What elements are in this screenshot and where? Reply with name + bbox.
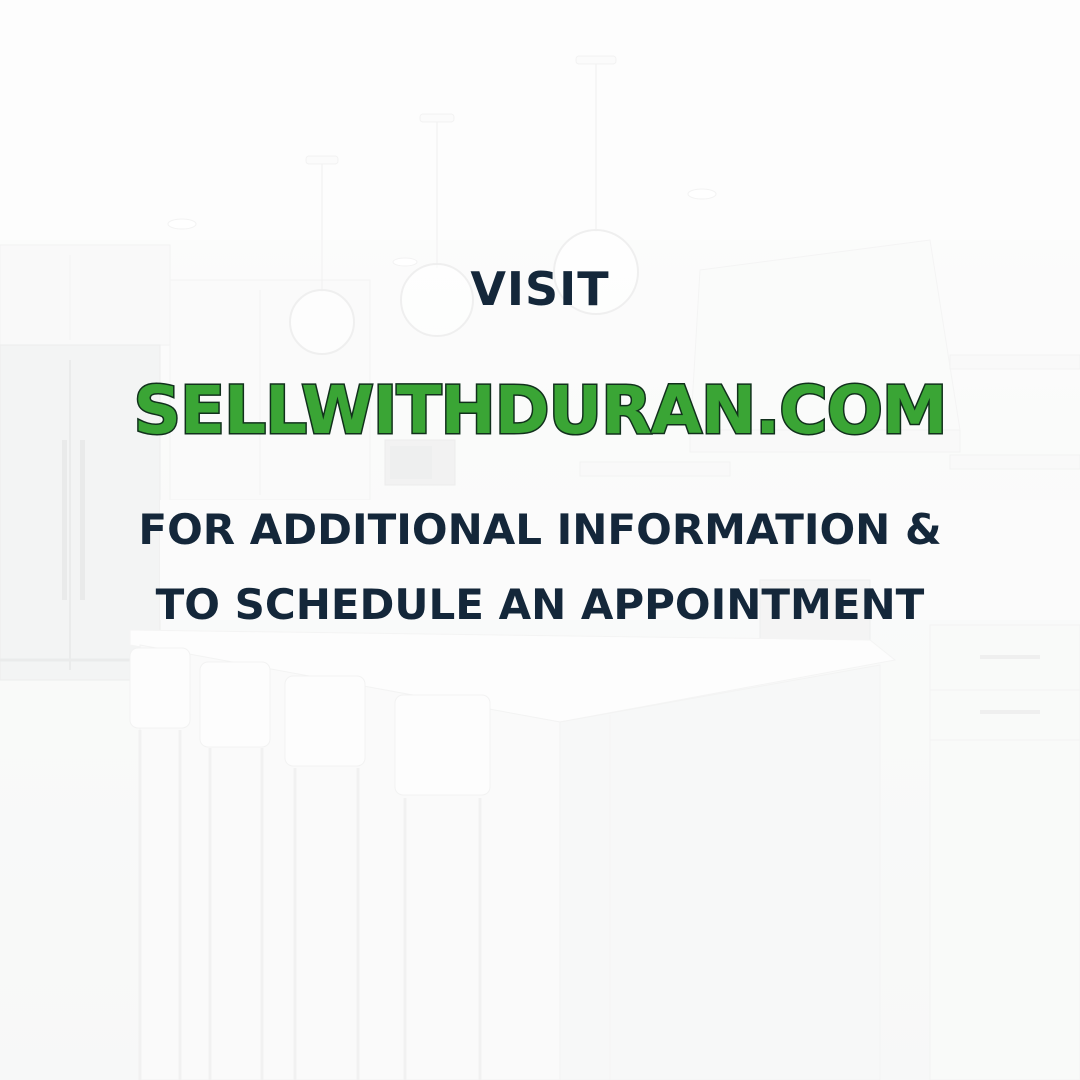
info-line-2: TO SCHEDULE AN APPOINTMENT — [155, 580, 925, 629]
promo-graphic: VISIT SELLWITHDURAN.COM FOR ADDITIONAL I… — [0, 0, 1080, 1080]
website-url[interactable]: SELLWITHDURAN.COM — [0, 371, 1080, 451]
info-line-1: FOR ADDITIONAL INFORMATION & — [138, 505, 942, 554]
visit-label: VISIT — [470, 262, 610, 316]
